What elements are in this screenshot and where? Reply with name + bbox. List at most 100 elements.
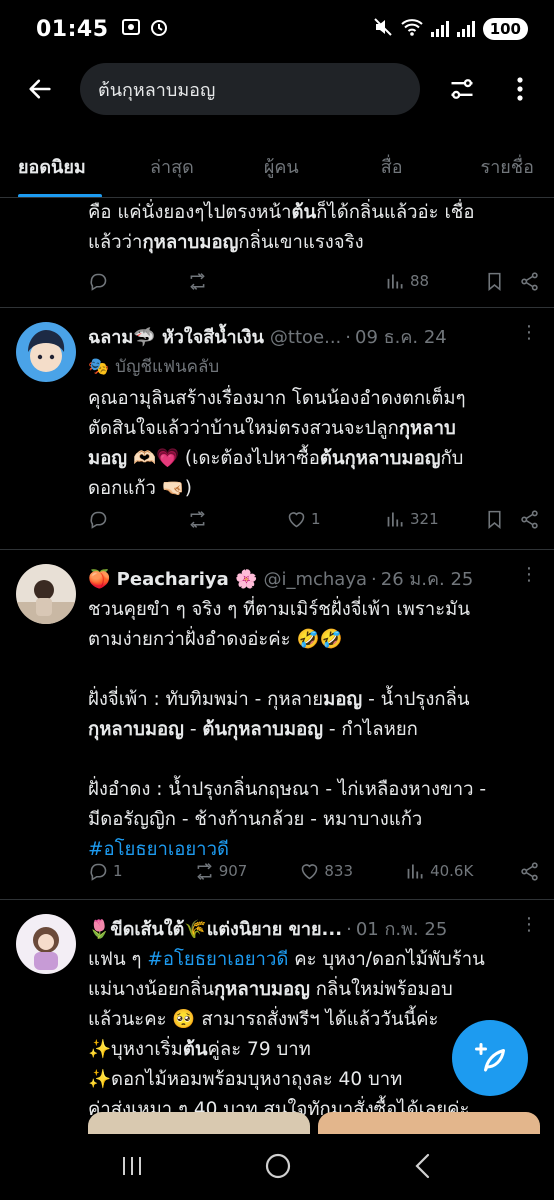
display-name[interactable]: 🌷ขีดเส้นใต้🌾แต่งนิยาย ขาย... [88, 914, 342, 943]
like-button[interactable]: 1 [286, 509, 346, 530]
screen-record-icon [121, 17, 141, 42]
wifi-icon [401, 18, 423, 40]
retweet-button[interactable]: 907 [194, 861, 254, 882]
search-results-feed: คือ แค่นั่งยองๆไปตรงหน้าต้นก็ได้กลิ่นแล้… [0, 198, 554, 1150]
display-name[interactable]: ฉลาม🦈 หัวใจสีน้ำเงิน [88, 322, 264, 351]
reply-icon [90, 863, 107, 881]
views-button[interactable]: 88 [385, 271, 445, 292]
bookmark-icon[interactable] [484, 509, 505, 530]
tab-lists[interactable]: รายชื่อ [480, 134, 534, 197]
views-icon [407, 864, 423, 878]
retweet-icon [190, 510, 205, 528]
back-chevron-icon [415, 1153, 429, 1179]
mute-icon [373, 17, 393, 41]
reply-icon [90, 511, 107, 529]
tweet-text: คุณอามุลินสร้างเรื่องมาก โดนน้องอำดงตกเต… [88, 388, 466, 499]
display-name[interactable]: 🍑 Peachariya 🌸 [88, 569, 257, 590]
tweet-media-preview[interactable] [88, 1112, 540, 1134]
media-thumbnail[interactable] [318, 1112, 540, 1134]
alarm-icon [149, 17, 169, 42]
tab-media[interactable]: สื่อ [381, 134, 403, 197]
tweet-more-button[interactable]: ⋮ [520, 914, 538, 935]
tweet-more-button[interactable]: ⋮ [520, 564, 538, 585]
more-options-button[interactable] [500, 58, 540, 120]
views-icon [387, 274, 403, 288]
views-button[interactable]: 321 [385, 509, 445, 530]
tab-latest[interactable]: ล่าสุด [150, 134, 194, 197]
search-filter-button[interactable] [434, 58, 490, 120]
avatar[interactable] [16, 322, 76, 382]
reply-icon [90, 273, 107, 291]
back-arrow-icon [29, 79, 51, 99]
home-icon [265, 1153, 291, 1179]
signal-icon-2 [456, 21, 475, 37]
tweet-actions: 1 907 833 40.6K [88, 858, 540, 884]
like-icon [288, 511, 305, 527]
tweet-date: 09 ธ.ค. 24 [355, 327, 447, 348]
reply-count: 1 [113, 862, 123, 880]
like-button[interactable]: 833 [299, 861, 359, 882]
share-icon[interactable] [519, 861, 540, 882]
back-nav-button[interactable] [411, 1152, 435, 1184]
recent-apps-icon [123, 1157, 142, 1175]
retweet-icon [196, 862, 212, 880]
retweet-button[interactable] [187, 271, 247, 292]
fan-account-icon: 🎭 [88, 356, 110, 377]
like-icon [302, 863, 318, 879]
views-count: 40.6K [430, 862, 474, 880]
status-time: 01:45 [36, 16, 109, 42]
tweet[interactable]: คือ แค่นั่งยองๆไปตรงหน้าต้นก็ได้กลิ่นแล้… [0, 198, 554, 308]
views-count: 321 [410, 510, 439, 528]
tweet[interactable]: ฉลาม🦈 หัวใจสีน้ำเงิน @ttoe... · 09 ธ.ค. … [0, 308, 554, 550]
bookmark-icon[interactable] [484, 271, 505, 292]
tab-label: ผู้คน [263, 157, 299, 178]
search-tabs: ยอดนิยม ล่าสุด ผู้คน สื่อ รายชื่อ [0, 134, 554, 198]
compose-icon [475, 1043, 505, 1072]
tab-label: ยอดนิยม [18, 157, 86, 178]
more-vertical-icon [517, 77, 523, 101]
tweet-text: ชวนคุยขำ ๆ จริง ๆ ที่ตามเมิร์ชฝั่งจี่เพ้… [88, 599, 487, 860]
reply-button[interactable] [88, 271, 148, 292]
tweet-date: 26 ม.ค. 25 [380, 569, 474, 590]
media-thumbnail[interactable] [88, 1112, 310, 1134]
system-navigation-bar [0, 1136, 554, 1200]
hashtag-link[interactable]: #อโยธยาเอยาวดี [88, 839, 229, 860]
avatar[interactable] [16, 914, 76, 974]
tab-label: ล่าสุด [150, 157, 194, 178]
tweet[interactable]: 🍑 Peachariya 🌸 @i_mchaya · 26 ม.ค. 25 ชว… [0, 550, 554, 900]
tweet-actions: 1 321 [88, 506, 540, 532]
reply-button[interactable] [88, 509, 148, 530]
battery-indicator: 100 [482, 18, 528, 40]
share-icon[interactable] [519, 509, 540, 530]
tab-people[interactable]: ผู้คน [263, 134, 299, 197]
user-handle[interactable]: @ttoe... [270, 327, 341, 348]
search-header: ต้นกุหลาบมอญ [0, 58, 554, 120]
reply-button[interactable]: 1 [88, 861, 148, 882]
status-bar: 01:45 100 [0, 0, 554, 58]
retweet-icon [190, 272, 205, 290]
back-button[interactable] [0, 58, 80, 120]
search-input[interactable]: ต้นกุหลาบมอญ [80, 63, 420, 115]
retweet-count: 907 [218, 862, 248, 880]
hashtag-link[interactable]: #อโยธยาเอยาวดี [147, 949, 288, 970]
compose-button[interactable] [452, 1020, 528, 1096]
like-count: 833 [324, 862, 354, 880]
like-count: 1 [311, 510, 321, 528]
tweet-more-button[interactable]: ⋮ [520, 322, 538, 343]
views-button[interactable]: 40.6K [405, 861, 473, 882]
tweet-date: 01 ก.พ. 25 [355, 919, 448, 940]
user-handle[interactable]: @i_mchaya [263, 569, 367, 590]
signal-icon [430, 21, 449, 37]
status-left-icons [121, 17, 169, 42]
tweet-actions: 88 [88, 268, 540, 294]
retweet-button[interactable] [187, 509, 247, 530]
avatar[interactable] [16, 564, 76, 624]
tab-label: รายชื่อ [480, 157, 534, 178]
recent-apps-button[interactable] [119, 1153, 145, 1183]
share-icon[interactable] [519, 271, 540, 292]
account-badge: 🎭 บัญชีแฟนคลับ [88, 356, 220, 378]
tab-top[interactable]: ยอดนิยม [18, 134, 102, 197]
home-button[interactable] [264, 1152, 292, 1184]
tweet-text: คือ แค่นั่งยองๆไปตรงหน้าต้นก็ได้กลิ่นแล้… [88, 202, 475, 253]
filter-icon [451, 79, 473, 99]
